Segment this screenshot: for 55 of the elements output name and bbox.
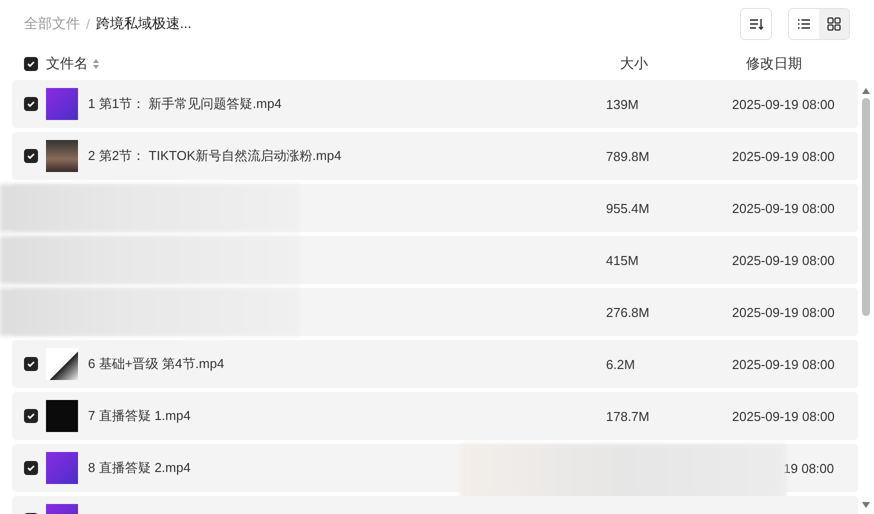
modified-date: 2025-09-19 08:00	[732, 148, 836, 164]
sort-icon	[748, 16, 764, 32]
video-thumbnail	[46, 400, 78, 432]
modified-date: 2025-09-19 08:00	[732, 252, 836, 268]
file-size: 955.4M	[606, 200, 650, 216]
column-header: 大小	[620, 55, 649, 73]
video-thumbnail	[46, 140, 78, 172]
file-size: 415M	[606, 252, 640, 268]
file-size: 789.8M	[606, 148, 650, 164]
modified-date: 2025-09-19 08:00	[732, 200, 836, 216]
row-checkbox[interactable]	[24, 357, 38, 371]
row-checkbox[interactable]	[24, 97, 38, 111]
list-icon	[797, 17, 811, 31]
breadcrumb-separator: /	[86, 16, 90, 32]
file-size: 178.7M	[606, 408, 650, 424]
file-name[interactable]: 6 基础+晋级 第4节.mp4	[88, 355, 224, 373]
file-row[interactable]: 2 第2节： TIKTOK新号自然流启动涨粉.mp4 789.8M 2025-09-19 08:00	[12, 132, 858, 180]
sort-arrows-icon[interactable]	[92, 58, 100, 70]
modified-date: 2025-09-19 08:00	[732, 96, 836, 112]
check-icon	[26, 99, 36, 109]
file-name[interactable]: 7 直播答疑 1.mp4	[88, 407, 191, 425]
modified-date: 2025-09-19 08:00	[732, 356, 836, 372]
column-header: 修改日期	[746, 55, 803, 73]
row-checkbox[interactable]	[24, 409, 38, 423]
video-thumbnail	[46, 88, 78, 120]
grid-view-button[interactable]	[819, 9, 849, 39]
file-size: 6.2M	[606, 356, 636, 372]
modified-date: 19 08:00	[783, 460, 835, 476]
select-all-checkbox[interactable]	[24, 57, 38, 71]
breadcrumb-item: 跨境私域极速...	[96, 15, 192, 33]
file-name[interactable]: 1 第1节： 新手常见问题答疑.mp4	[88, 95, 282, 113]
check-icon	[26, 463, 36, 473]
column-header[interactable]: 文件名	[46, 55, 88, 73]
file-size: 276.8M	[606, 304, 650, 320]
file-size: 139M	[606, 96, 640, 112]
check-icon	[26, 151, 36, 161]
file-row[interactable]: 1 第1节： 新手常见问题答疑.mp4 139M 2025-09-19 08:00	[12, 80, 858, 128]
video-thumbnail	[46, 348, 78, 380]
check-icon	[26, 59, 36, 69]
file-row[interactable]: 7 直播答疑 1.mp4 178.7M 2025-09-19 08:00	[12, 392, 858, 440]
grid-icon	[827, 17, 841, 31]
scroll-up-icon[interactable]	[862, 88, 870, 94]
row-checkbox[interactable]	[24, 149, 38, 163]
modified-date: 2025-09-19 08:00	[732, 304, 836, 320]
row-checkbox[interactable]	[24, 461, 38, 475]
scrollbar-thumb[interactable]	[862, 98, 870, 316]
file-row[interactable]: 6 基础+晋级 第4节.mp4 6.2M 2025-09-19 08:00	[12, 340, 858, 388]
sort-button[interactable]	[740, 8, 772, 40]
scroll-down-icon[interactable]	[862, 502, 870, 508]
video-thumbnail	[46, 452, 78, 484]
check-icon	[26, 411, 36, 421]
file-name[interactable]: 8 直播答疑 2.mp4	[88, 459, 191, 477]
modified-date: 2025-09-19 08:00	[732, 408, 836, 424]
file-name[interactable]: 2 第2节： TIKTOK新号自然流启动涨粉.mp4	[88, 147, 342, 165]
check-icon	[26, 359, 36, 369]
